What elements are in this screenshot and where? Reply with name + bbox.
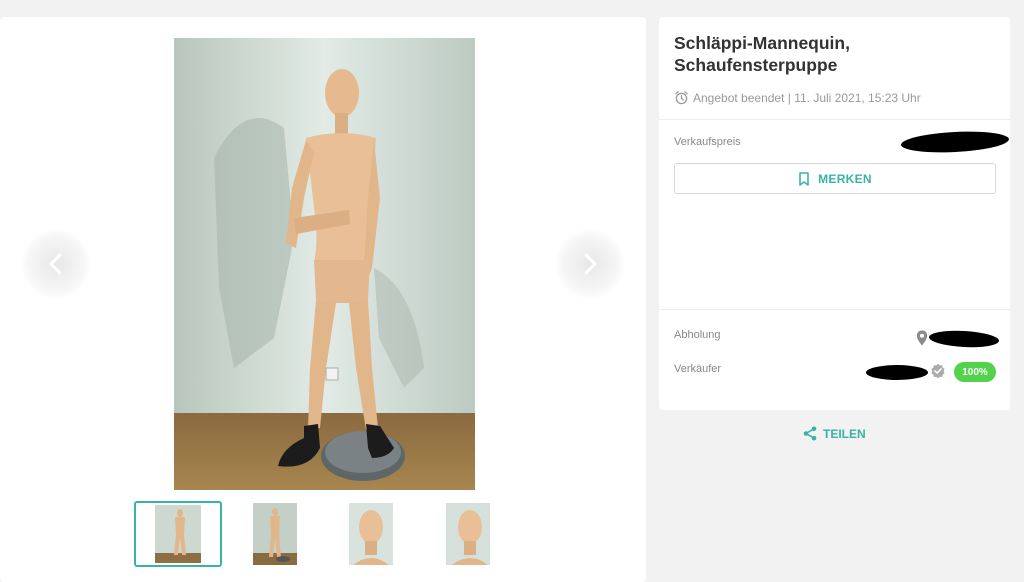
main-photo[interactable] [174,38,475,490]
share-label: TEILEN [823,426,866,441]
seller-rating-badge: 100% [954,362,996,382]
map-pin-icon [916,330,928,346]
thumbnail-4[interactable] [446,503,490,565]
previous-photo-button[interactable] [21,229,91,299]
price-label: Verkaufspreis [674,136,741,148]
listing-info-panel: Schläppi-Mannequin, Schaufensterpuppe An… [659,17,1010,410]
listing-status: Angebot beendet | 11. Juli 2021, 15:23 U… [674,90,921,105]
pickup-label: Abholung [674,329,721,341]
merken-label: MERKEN [818,171,872,186]
next-photo-button[interactable] [555,229,625,299]
merken-button[interactable]: MERKEN [674,163,996,194]
thumbnail-strip [134,501,514,571]
share-icon [803,426,817,441]
divider [659,309,1010,310]
seller-label: Verkäufer [674,363,722,375]
redacted-location [928,329,1000,349]
redacted-seller-name [866,365,928,380]
redacted-price [900,129,1010,155]
photo-gallery [0,17,646,582]
bookmark-icon [799,171,809,186]
divider [659,119,1010,120]
listing-title: Schläppi-Mannequin, Schaufensterpuppe [674,33,850,75]
listing-status-text: Angebot beendet | 11. Juli 2021, 15:23 U… [693,90,921,105]
alarm-clock-icon [675,91,688,105]
thumbnail-1[interactable] [134,501,222,567]
top-strip [0,0,1024,6]
share-button[interactable]: TEILEN [803,426,866,441]
chevron-left-icon [49,253,62,275]
thumbnail-2[interactable] [253,503,297,565]
verified-badge-icon [931,363,945,379]
thumbnail-3[interactable] [349,503,393,565]
chevron-right-icon [584,253,597,275]
